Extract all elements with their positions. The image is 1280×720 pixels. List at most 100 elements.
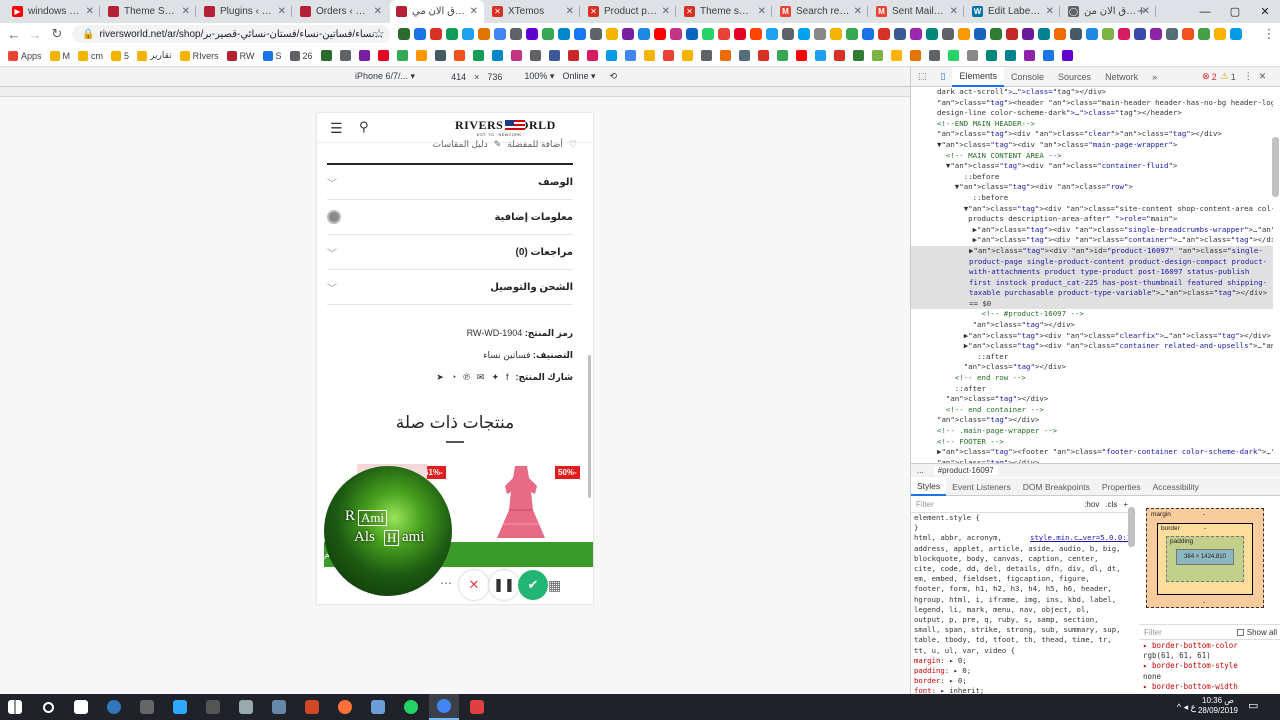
style-rule-line[interactable]: hgroup, html, i, iframe, img, ins, kbd, … (914, 595, 1133, 605)
extension-icon[interactable] (974, 28, 986, 40)
style-rule-line[interactable]: html, abbr, acronym, style.min.c…ver=5.0.… (914, 533, 1133, 543)
extension-icon[interactable] (638, 28, 650, 40)
back-button[interactable]: ← (5, 23, 23, 45)
extension-icon[interactable] (414, 28, 426, 40)
bookmark-icon[interactable] (510, 50, 522, 61)
zoom-select[interactable]: 100% ▾ (524, 71, 554, 82)
bookmark-icon[interactable] (624, 50, 636, 61)
extension-icon[interactable] (734, 28, 746, 40)
dom-line[interactable]: ▼"an">class="tag"><div "an">class="row"> (911, 182, 1273, 193)
email-icon[interactable]: ✉ (477, 372, 485, 383)
minimize-button[interactable]: — (1190, 0, 1220, 23)
style-rule-line[interactable]: table, tbody, td, tfoot, th, thead, time… (914, 635, 1133, 645)
extension-icon[interactable] (926, 28, 938, 40)
taskbar-clock[interactable]: 10:36 ص 28/09/2019 (1196, 696, 1240, 716)
bookmark-icon[interactable] (776, 50, 788, 61)
close-tab-icon[interactable]: ✕ (182, 6, 190, 17)
close-tab-icon[interactable]: ✕ (662, 6, 670, 17)
extension-icon[interactable] (1086, 28, 1098, 40)
style-rule-line[interactable]: margin: ▸ 0; (914, 656, 1133, 666)
bookmark-icon[interactable] (472, 50, 484, 61)
dom-line[interactable]: <!-- #product-16097 --> (911, 309, 1273, 320)
bookmark-icon[interactable] (795, 50, 807, 61)
extension-icon[interactable] (1166, 28, 1178, 40)
margin-top-value[interactable]: - (1203, 511, 1205, 518)
chrome-icon[interactable] (429, 694, 459, 720)
dom-line[interactable]: <!--END MAIN HEADER--> (911, 119, 1273, 130)
extension-icon[interactable] (1134, 28, 1146, 40)
bookmark-icon[interactable] (833, 50, 845, 61)
bookmark-item[interactable]: cm (78, 50, 103, 61)
new-tab-button[interactable]: + (1137, 3, 1146, 20)
style-rule-line[interactable]: padding: ▸ 0; (914, 666, 1133, 676)
bookmark-star-icon[interactable]: ☆ (370, 23, 388, 45)
styles-filter[interactable]: Filter :hov .cls + (911, 497, 1136, 513)
extension-icon[interactable] (958, 28, 970, 40)
warning-count[interactable]: 1 (1231, 72, 1236, 82)
bookmark-icon[interactable] (681, 50, 693, 61)
rotate-icon[interactable]: ⟲ (609, 71, 617, 82)
bookmark-icon[interactable] (814, 50, 826, 61)
dom-line[interactable]: ::before (911, 172, 1273, 183)
extension-icon[interactable] (910, 28, 922, 40)
powerpoint-icon[interactable] (297, 694, 327, 720)
dom-line[interactable]: <!-- end row --> (911, 373, 1273, 384)
warning-icon[interactable]: ⚠ (1221, 71, 1229, 82)
bookmark-item[interactable]: 5 (111, 50, 129, 61)
device-select[interactable]: iPhone 6/7/... ▾ (355, 71, 415, 82)
firefox-icon[interactable] (330, 694, 360, 720)
notifications-icon[interactable]: ▭ (1248, 699, 1258, 712)
bookmark-item[interactable]: M (49, 50, 70, 61)
dom-line[interactable]: ::before (911, 193, 1273, 204)
close-window-button[interactable]: ✕ (1250, 0, 1280, 23)
browser-tab[interactable]: ✕ Theme setting ✕ (678, 0, 772, 23)
content-box[interactable]: 384 × 1424.810 (1176, 549, 1234, 565)
extension-icon[interactable] (814, 28, 826, 40)
tab-sources[interactable]: Sources (1051, 67, 1098, 87)
inspect-icon[interactable]: ⬚ (911, 67, 934, 87)
tab-network[interactable]: Network (1098, 67, 1145, 87)
dom-line[interactable]: "an">class="tag"></div> (911, 362, 1273, 373)
bookmark-icon[interactable] (909, 50, 921, 61)
close-tab-icon[interactable]: ✕ (374, 6, 382, 17)
bookmark-icon[interactable] (548, 50, 560, 61)
extension-icon[interactable] (750, 28, 762, 40)
style-rule-line[interactable]: blockquote, body, canvas, caption, cente… (914, 554, 1133, 564)
extension-icon[interactable] (782, 28, 794, 40)
extension-icon[interactable] (766, 28, 778, 40)
tool-icon[interactable] (363, 694, 393, 720)
browser-tab[interactable]: ✕ Product page ✕ (582, 0, 676, 23)
extension-icon[interactable] (942, 28, 954, 40)
product-image-dress[interactable] (495, 464, 547, 540)
extension-icon[interactable] (446, 28, 458, 40)
accordion-reviews[interactable]: ﹀ مراجعات (0) (327, 235, 573, 270)
extension-icon[interactable] (654, 28, 666, 40)
bookmark-icon[interactable] (434, 50, 446, 61)
extension-icon[interactable] (990, 28, 1002, 40)
accordion-shipping[interactable]: ﹀ الشحن والتوصيل (327, 270, 573, 305)
browser-tab[interactable]: Theme Setting ✕ (102, 0, 196, 23)
bookmark-item[interactable]: Apps (8, 50, 42, 61)
new-rule-button[interactable]: + (1123, 500, 1128, 509)
bookmark-item[interactable]: تقارير (137, 50, 172, 61)
close-tab-icon[interactable]: ✕ (470, 6, 478, 17)
windows-start-icon[interactable] (0, 694, 30, 720)
tab-styles[interactable]: Styles (911, 477, 947, 496)
bookmark-icon[interactable] (662, 50, 674, 61)
dom-line[interactable]: "an">class="tag"></div> (911, 415, 1273, 426)
whatsapp-icon[interactable]: ◔ (451, 372, 456, 383)
dom-line[interactable]: "an">class="tag"></div> (911, 394, 1273, 405)
bookmark-item[interactable]: 26 (289, 50, 313, 61)
border-top-value[interactable]: - (1204, 525, 1206, 532)
task-view-icon[interactable] (66, 694, 96, 720)
category-link[interactable]: فساتين نساء (483, 350, 530, 360)
error-icon[interactable]: ⊗ (1202, 71, 1210, 82)
close-tab-icon[interactable]: ✕ (86, 6, 94, 17)
extension-icon[interactable] (1102, 28, 1114, 40)
browser-tab[interactable]: ▶ windows 10.m ✕ (6, 0, 100, 23)
reload-button[interactable]: ↻ (48, 23, 66, 45)
extension-icon[interactable] (1118, 28, 1130, 40)
browser-tab[interactable]: Orders ‹ روزرك ✕ (294, 0, 388, 23)
dom-line[interactable]: "an">class="tag"></div> (911, 320, 1273, 331)
style-rule-line[interactable]: em, embed, fieldset, figcaption, figure, (914, 574, 1133, 584)
